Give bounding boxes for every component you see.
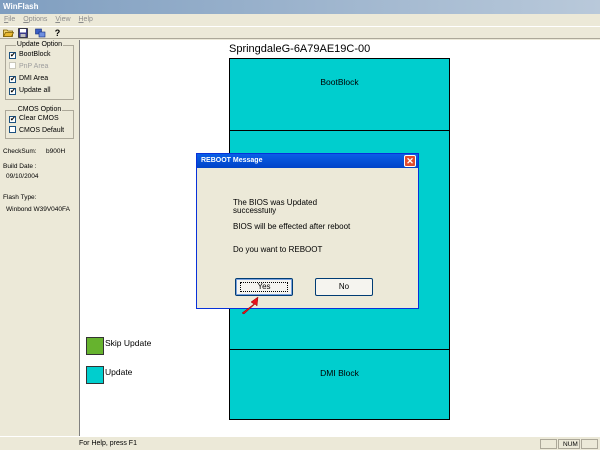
checkbox-empty-icon xyxy=(9,62,16,69)
update-swatch xyxy=(86,366,104,384)
save-icon[interactable] xyxy=(17,28,28,38)
window-title-bar[interactable]: WinFlash xyxy=(0,0,600,14)
message-line-2: BIOS will be effected after reboot xyxy=(233,222,351,231)
message-line-1-continued: successfully xyxy=(233,208,277,215)
flash-type-label: Flash Type: xyxy=(3,194,37,201)
focus-rect xyxy=(240,282,288,292)
options-panel: Update Option ✔ BootBlock PnP Area ✔ DMI A… xyxy=(0,40,79,436)
chip-title: SpringdaleG-6A79AE19C-00 xyxy=(229,43,371,55)
dialog-title: REBOOT Message xyxy=(201,157,263,164)
checksum-value: b900H xyxy=(46,148,66,155)
cmos-option-title: CMOS Option xyxy=(16,106,63,113)
update-all-checkbox[interactable]: ✔ Update all xyxy=(9,86,51,96)
update-option-title: Update Option xyxy=(15,41,64,48)
menu-options[interactable]: Options xyxy=(19,14,49,26)
cmos-option-group: CMOS Option ✔ Clear CMOS CMOS Default xyxy=(5,106,74,139)
cmos-default-checkbox[interactable]: CMOS Default xyxy=(9,126,64,136)
message-line-3: Do you want to REBOOT xyxy=(233,245,323,254)
status-pane-scroll xyxy=(581,439,598,449)
pnp-area-checkbox: PnP Area xyxy=(9,62,48,72)
reboot-dialog: REBOOT Message ✕ The BIOS was Updated su… xyxy=(196,153,419,309)
menu-file[interactable]: File xyxy=(0,14,17,26)
skip-update-swatch xyxy=(86,337,104,355)
yes-button[interactable]: Yes xyxy=(235,278,293,296)
bootblock-block: BootBlock xyxy=(229,58,450,131)
flash-icon[interactable] xyxy=(35,28,46,38)
clear-cmos-checkbox[interactable]: ✔ Clear CMOS xyxy=(9,114,59,124)
update-label: Update xyxy=(105,367,133,377)
checkbox-checked-icon: ✔ xyxy=(9,52,16,59)
checksum-label: CheckSum: xyxy=(3,148,37,155)
close-icon[interactable]: ✕ xyxy=(404,155,416,167)
num-lock-indicator: NUM xyxy=(558,439,580,449)
menu-view[interactable]: View xyxy=(51,14,72,26)
checkbox-empty-icon xyxy=(9,126,16,133)
bootblock-checkbox[interactable]: ✔ BootBlock xyxy=(9,50,51,60)
status-bar: For Help, press F1 NUM xyxy=(0,436,600,450)
status-pane-caps xyxy=(540,439,557,449)
window-title: WinFlash xyxy=(3,2,39,11)
update-option-group: Update Option ✔ BootBlock PnP Area ✔ DMI A… xyxy=(5,41,74,100)
toolbar: ? xyxy=(0,26,600,39)
flash-type-value: Winbond W39V040FA xyxy=(6,206,70,213)
red-arrow-pointer-icon xyxy=(241,296,259,315)
message-line-1: The BIOS was Updated xyxy=(233,198,318,207)
checkbox-checked-icon: ✔ xyxy=(9,88,16,95)
checkbox-checked-icon: ✔ xyxy=(9,116,16,123)
dialog-title-bar[interactable]: REBOOT Message ✕ xyxy=(197,154,418,168)
status-text: For Help, press F1 xyxy=(79,440,137,447)
menu-help[interactable]: Help xyxy=(74,14,94,26)
help-icon[interactable]: ? xyxy=(52,28,63,38)
dmi-area-checkbox[interactable]: ✔ DMI Area xyxy=(9,74,48,84)
skip-update-label: Skip Update xyxy=(105,338,152,348)
checkbox-checked-icon: ✔ xyxy=(9,76,16,83)
dmi-block: DMI Block xyxy=(229,349,450,420)
open-folder-icon[interactable] xyxy=(2,28,15,38)
no-button[interactable]: No xyxy=(315,278,373,296)
build-date-value: 09/10/2004 xyxy=(6,173,39,180)
dialog-body: The BIOS was Updated successfully BIOS w… xyxy=(202,170,413,306)
build-date-label: Build Date : xyxy=(3,163,37,170)
menu-bar: File Options View Help xyxy=(0,14,600,26)
